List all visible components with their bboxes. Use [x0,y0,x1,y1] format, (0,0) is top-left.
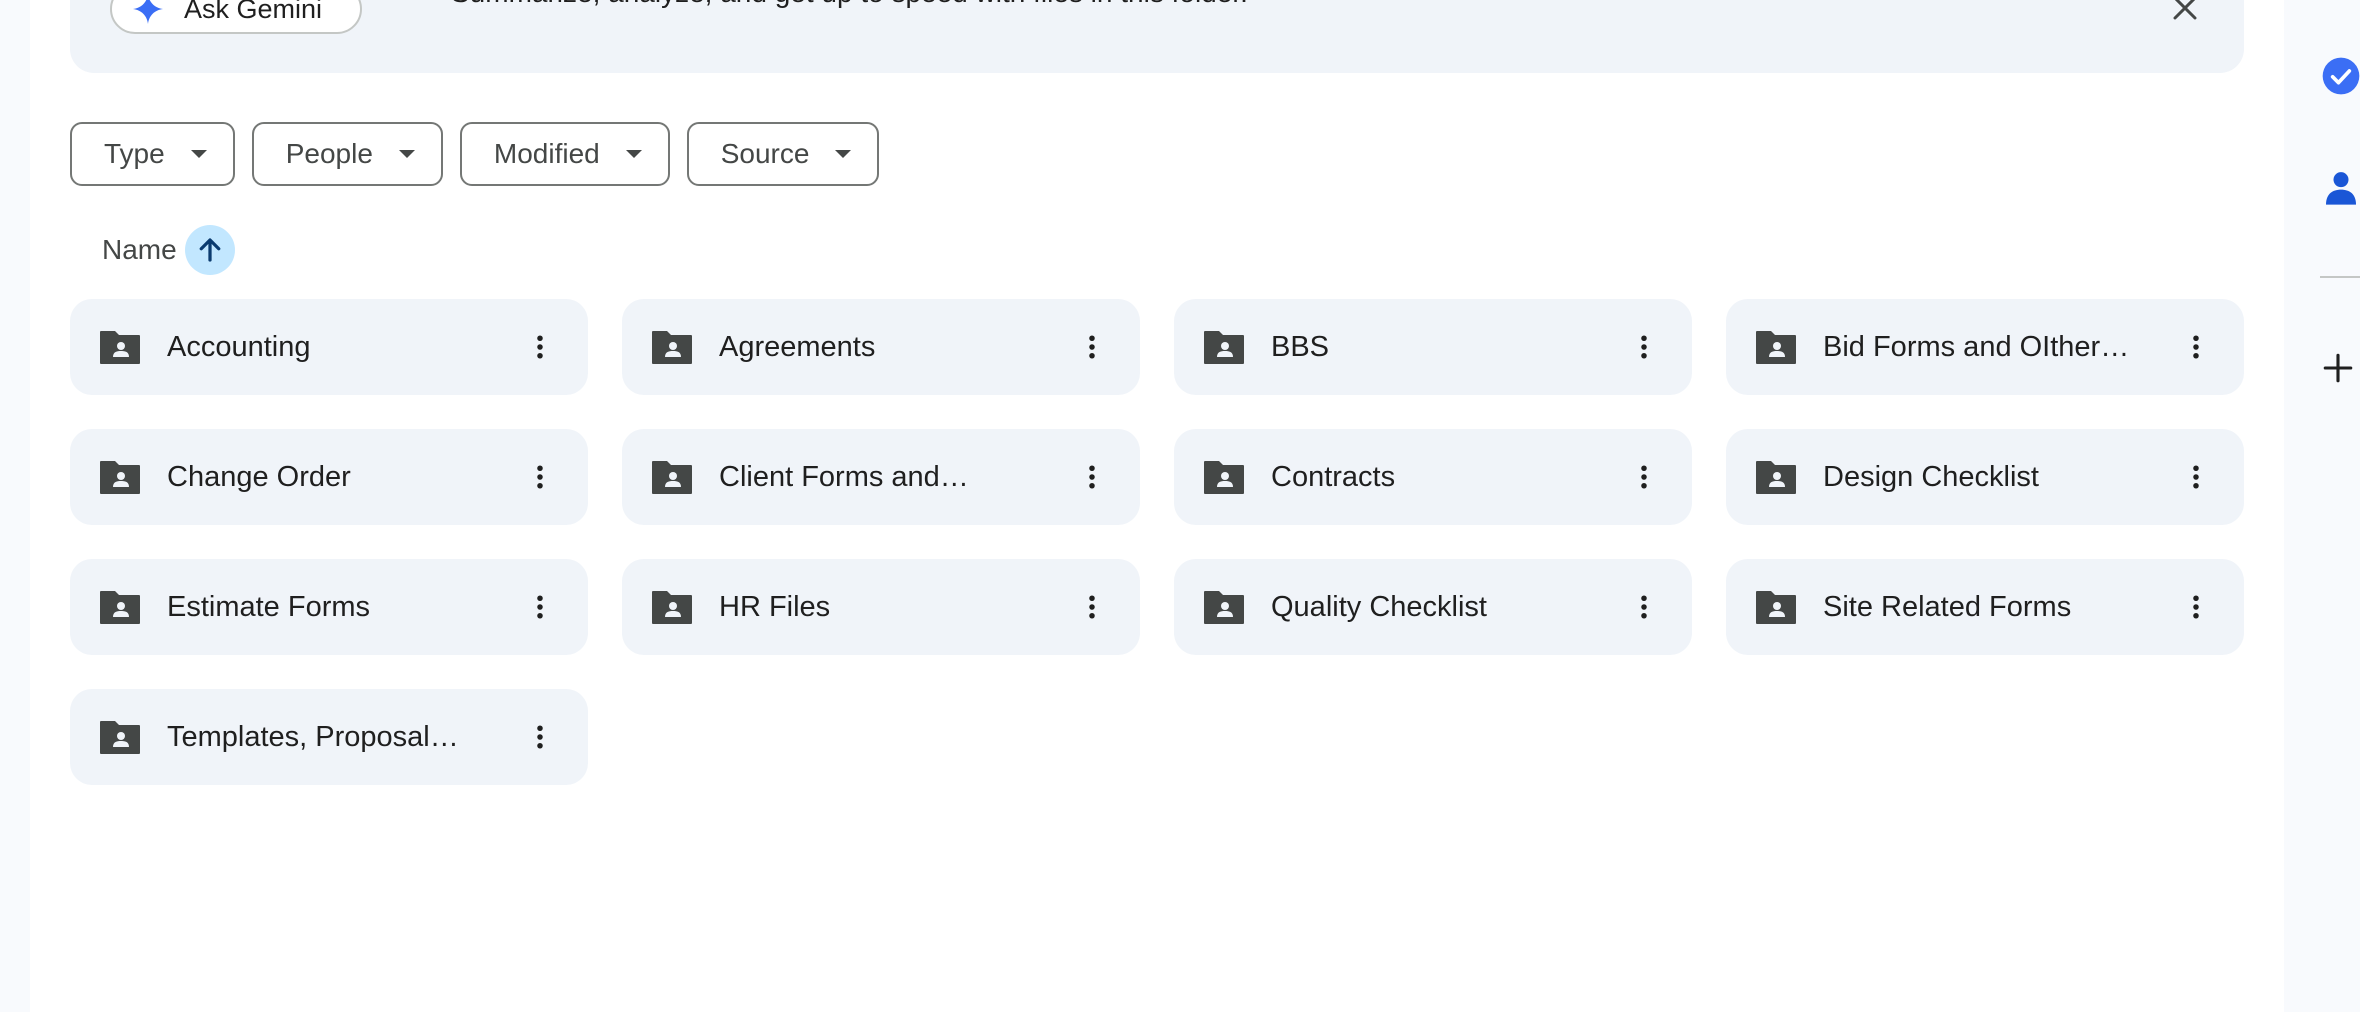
more-actions-button[interactable] [2176,587,2216,627]
more-actions-button[interactable] [2176,327,2216,367]
folder-name: Templates, Proposal… [167,720,459,753]
shared-folder-icon [1202,458,1246,496]
folder-card[interactable]: BBS [1174,299,1692,395]
dropdown-caret-icon [398,150,415,158]
folder-grid: Accounting Agreements BBS Bid Forms and OIt… [70,299,2244,785]
dropdown-caret-icon [625,150,642,158]
tasks-icon [2322,57,2360,95]
more-vert-icon [537,725,543,749]
folder-name: Estimate Forms [167,590,371,623]
more-actions-button[interactable] [1072,327,1112,367]
more-actions-button[interactable] [520,327,560,367]
tasks-button[interactable] [2321,56,2360,96]
sort-label: Name [102,234,177,265]
folder-card[interactable]: Contracts [1174,429,1692,525]
filter-source-chip[interactable]: Source [686,122,880,186]
more-vert-icon [537,595,543,619]
folder-name: Agreements [719,330,876,363]
shared-folder-icon [98,458,142,496]
folder-name: BBS [1271,330,1330,363]
folder-card[interactable]: Change Order [70,429,588,525]
more-vert-icon [1089,595,1095,619]
more-vert-icon [537,465,543,489]
filter-type-chip[interactable]: Type [70,122,235,186]
filter-bar: Type People Modified Source [70,122,880,186]
folder-card[interactable]: Accounting [70,299,588,395]
close-icon [2173,0,2197,20]
gemini-banner: Ask Gemini Summarize, analyze, and get u… [70,0,2244,73]
shared-folder-icon [1202,328,1246,366]
more-actions-button[interactable] [2176,457,2216,497]
ask-gemini-button[interactable]: Ask Gemini [110,0,362,34]
more-vert-icon [1641,335,1647,359]
shared-folder-icon [1754,328,1798,366]
folder-name: Quality Checklist [1271,590,1487,623]
folder-card[interactable]: Quality Checklist [1174,559,1692,655]
arrow-up-icon [199,238,221,262]
add-icon [2323,353,2353,383]
sort-header[interactable]: Name [102,225,235,275]
folder-card[interactable]: Estimate Forms [70,559,588,655]
filter-type-label: Type [104,138,165,169]
folder-card[interactable]: Agreements [622,299,1140,395]
shared-folder-icon [1202,588,1246,626]
shared-folder-icon [98,718,142,756]
main-content: Ask Gemini Summarize, analyze, and get u… [30,0,2284,1012]
sort-direction-button[interactable] [184,225,235,275]
ask-gemini-label: Ask Gemini [184,0,323,24]
contacts-icon [2326,172,2356,205]
add-addon-button[interactable] [2321,348,2360,388]
filter-people-chip[interactable]: People [251,122,443,186]
shared-folder-icon [1754,458,1798,496]
folder-name: Client Forms and… [719,460,969,493]
more-actions-button[interactable] [520,457,560,497]
more-vert-icon [2193,335,2199,359]
folder-card[interactable]: Client Forms and… [622,429,1140,525]
gemini-spark-icon [133,0,163,24]
more-vert-icon [1641,595,1647,619]
more-vert-icon [1089,335,1095,359]
shared-folder-icon [98,328,142,366]
shared-folder-icon [650,588,694,626]
contacts-button[interactable] [2321,168,2360,208]
more-actions-button[interactable] [520,717,560,757]
folder-name: Contracts [1271,460,1396,493]
more-vert-icon [2193,595,2199,619]
more-actions-button[interactable] [1624,587,1664,627]
folder-name: Change Order [167,460,351,493]
banner-text: Summarize, analyze, and get up to speed … [451,0,1248,10]
folder-card[interactable]: HR Files [622,559,1140,655]
folder-name: Accounting [167,330,311,363]
folder-card[interactable]: Templates, Proposal… [70,689,588,785]
shared-folder-icon [1754,588,1798,626]
more-vert-icon [1641,465,1647,489]
folder-card[interactable]: Design Checklist [1726,429,2244,525]
more-actions-button[interactable] [520,587,560,627]
close-banner-button[interactable] [2165,0,2205,28]
folder-name: Design Checklist [1823,460,2039,493]
more-actions-button[interactable] [1072,457,1112,497]
more-vert-icon [2193,465,2199,489]
dropdown-caret-icon [835,150,852,158]
folder-card[interactable]: Site Related Forms [1726,559,2244,655]
shared-folder-icon [650,328,694,366]
folder-name: Bid Forms and OIther… [1823,330,2130,363]
dropdown-caret-icon [190,150,207,158]
more-actions-button[interactable] [1072,587,1112,627]
shared-folder-icon [650,458,694,496]
more-actions-button[interactable] [1624,327,1664,367]
shared-folder-icon [98,588,142,626]
side-divider [2320,276,2360,278]
filter-modified-label: Modified [493,138,600,169]
more-actions-button[interactable] [1624,457,1664,497]
more-vert-icon [537,335,543,359]
side-panel [2284,0,2360,1012]
filter-people-label: People [285,138,373,169]
folder-name: Site Related Forms [1823,590,2072,623]
folder-name: HR Files [719,590,831,623]
filter-modified-chip[interactable]: Modified [459,122,670,186]
folder-card[interactable]: Bid Forms and OIther… [1726,299,2244,395]
more-vert-icon [1089,465,1095,489]
filter-source-label: Source [720,138,810,169]
